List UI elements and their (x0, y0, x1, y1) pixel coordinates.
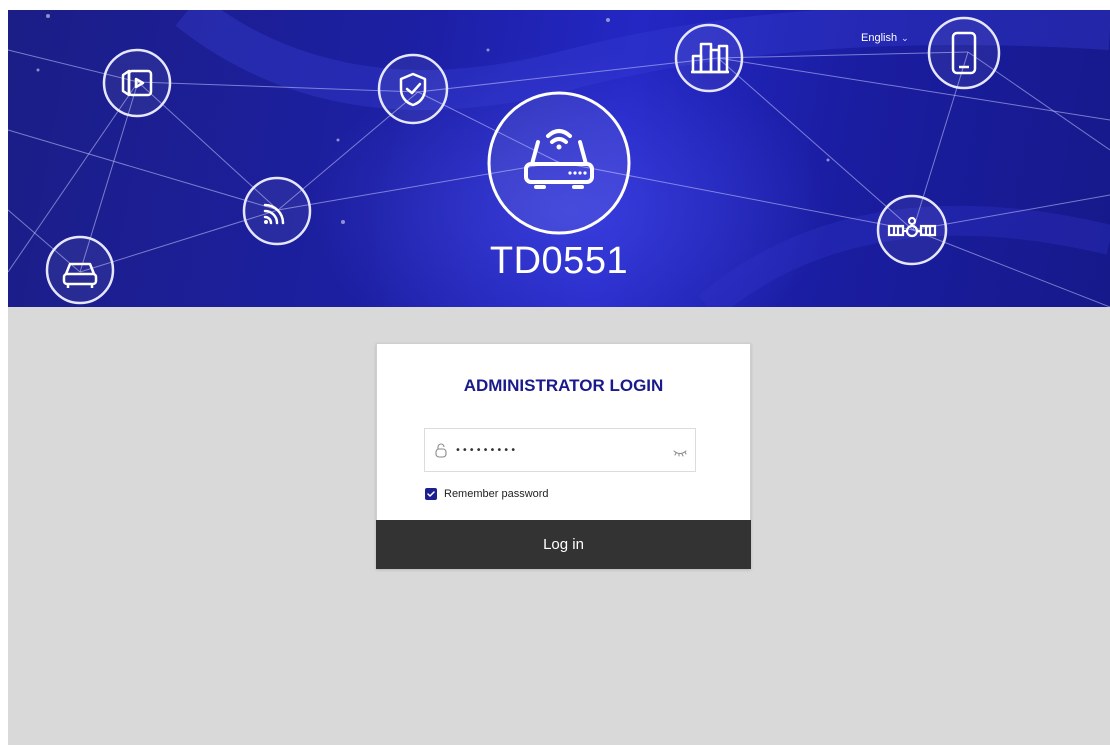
model-name: TD0551 (489, 240, 629, 282)
language-selector[interactable]: English ⌄ (861, 32, 909, 44)
login-button[interactable]: Log in (376, 520, 751, 569)
chevron-down-icon: ⌄ (901, 32, 909, 43)
city-icon (674, 23, 744, 93)
login-title: ADMINISTRATOR LOGIN (463, 376, 664, 395)
remember-password[interactable]: Remember password (425, 488, 549, 500)
password-input[interactable] (453, 443, 657, 457)
eye-closed-icon[interactable] (673, 445, 687, 457)
password-field[interactable] (424, 428, 696, 472)
shield-icon (377, 53, 449, 125)
checkmark-icon (427, 491, 435, 497)
lock-icon (433, 442, 449, 458)
remember-checkbox[interactable] (425, 488, 437, 500)
language-label: English (861, 32, 898, 44)
page-background: English ⌄ TD0551 ADMINISTRATOR LOGIN •••… (8, 10, 1110, 745)
header-banner: English ⌄ TD0551 (8, 10, 1110, 307)
smartphone-icon (927, 16, 1001, 90)
remember-label: Remember password (444, 488, 549, 500)
login-card: ADMINISTRATOR LOGIN ••••••••• Remember p… (376, 343, 751, 569)
video-icon (102, 48, 172, 118)
router-icon (487, 91, 631, 235)
wifi-signal-icon (242, 176, 312, 246)
